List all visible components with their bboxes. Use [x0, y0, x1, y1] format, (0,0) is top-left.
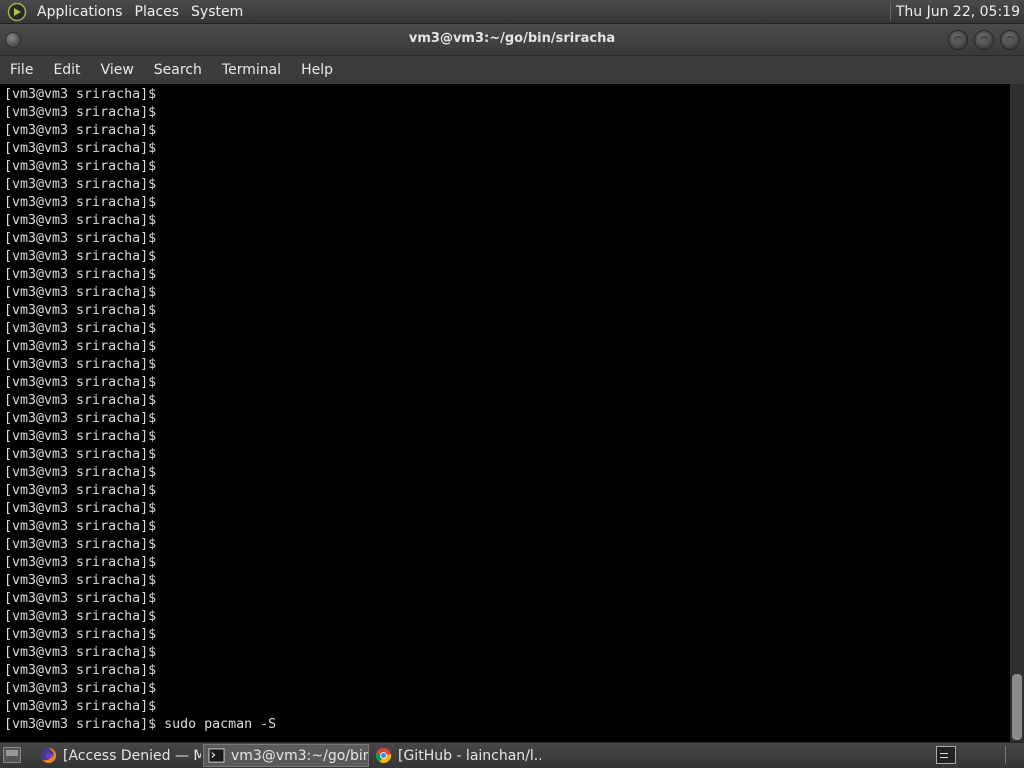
close-button[interactable] [1000, 30, 1020, 50]
menu-bar: File Edit View Search Terminal Help [0, 56, 1024, 84]
terminal-line: [vm3@vm3 sriracha]$ [4, 591, 157, 606]
firefox-icon [40, 747, 57, 764]
terminal-line: [vm3@vm3 sriracha]$ [4, 159, 157, 174]
applications-menu[interactable]: Applications [31, 4, 129, 20]
panel-separator [889, 2, 891, 21]
terminal-line: [vm3@vm3 sriracha]$ [4, 555, 157, 570]
terminal-line: [vm3@vm3 sriracha]$ [4, 465, 157, 480]
window-title: vm3@vm3:~/go/bin/sriracha [408, 31, 616, 46]
scrollbar-thumb[interactable] [1012, 674, 1022, 740]
terminal-line: [vm3@vm3 sriracha]$ [4, 321, 157, 336]
terminal-line: [vm3@vm3 sriracha]$ [4, 249, 157, 264]
terminal-line: [vm3@vm3 sriracha]$ [4, 357, 157, 372]
window-title-bar[interactable]: vm3@vm3:~/go/bin/sriracha [0, 24, 1024, 56]
taskbar: [Access Denied — M... vm3@vm3:~/go/bin..… [0, 742, 1024, 768]
chrome-icon [375, 747, 392, 764]
terminal-line: [vm3@vm3 sriracha]$ [4, 501, 157, 516]
terminal-line: [vm3@vm3 sriracha]$ [4, 699, 157, 714]
applications-menu-icon[interactable] [7, 2, 27, 22]
taskbar-task-chrome[interactable]: [GitHub - lainchan/l... [371, 744, 541, 767]
system-menu[interactable]: System [185, 4, 249, 20]
terminal-line: [vm3@vm3 sriracha]$ sudo pacman -S [4, 717, 277, 732]
terminal-line: [vm3@vm3 sriracha]$ [4, 303, 157, 318]
terminal-line: [vm3@vm3 sriracha]$ [4, 231, 157, 246]
terminal-line: [vm3@vm3 sriracha]$ [4, 195, 157, 210]
top-panel: Applications Places System Thu Jun 22, 0… [0, 0, 1024, 24]
taskbar-task-label: [Access Denied — M... [63, 747, 201, 764]
minimize-button[interactable] [948, 30, 968, 50]
tray-separator [1005, 746, 1006, 764]
terminal-line: [vm3@vm3 sriracha]$ [4, 213, 157, 228]
menu-edit[interactable]: Edit [43, 62, 90, 78]
terminal-scrollbar[interactable] [1010, 84, 1024, 742]
terminal-line: [vm3@vm3 sriracha]$ [4, 483, 157, 498]
terminal-line: [vm3@vm3 sriracha]$ [4, 429, 157, 444]
terminal-line: [vm3@vm3 sriracha]$ [4, 627, 157, 642]
terminal-line: [vm3@vm3 sriracha]$ [4, 105, 157, 120]
terminal-line: [vm3@vm3 sriracha]$ [4, 609, 157, 624]
menu-view[interactable]: View [91, 62, 144, 78]
terminal-line: [vm3@vm3 sriracha]$ [4, 141, 157, 156]
clock[interactable]: Thu Jun 22, 05:19 [896, 4, 1024, 20]
terminal-line: [vm3@vm3 sriracha]$ [4, 285, 157, 300]
terminal-line: [vm3@vm3 sriracha]$ [4, 663, 157, 678]
terminal-line: [vm3@vm3 sriracha]$ [4, 375, 157, 390]
terminal-line: [vm3@vm3 sriracha]$ [4, 267, 157, 282]
terminal-line: [vm3@vm3 sriracha]$ [4, 573, 157, 588]
terminal-line: [vm3@vm3 sriracha]$ [4, 537, 157, 552]
terminal-line: [vm3@vm3 sriracha]$ [4, 393, 157, 408]
terminal-line: [vm3@vm3 sriracha]$ [4, 177, 157, 192]
terminal-line: [vm3@vm3 sriracha]$ [4, 447, 157, 462]
menu-search[interactable]: Search [144, 62, 212, 78]
maximize-button[interactable] [974, 30, 994, 50]
terminal-output: [vm3@vm3 sriracha]$ [vm3@vm3 sriracha]$ [v… [4, 86, 276, 734]
terminal-line: [vm3@vm3 sriracha]$ [4, 645, 157, 660]
taskbar-task-firefox[interactable]: [Access Denied — M... [36, 744, 201, 767]
terminal-line: [vm3@vm3 sriracha]$ [4, 339, 157, 354]
taskbar-task-terminal[interactable]: vm3@vm3:~/go/bin... [203, 744, 369, 767]
terminal-line: [vm3@vm3 sriracha]$ [4, 123, 157, 138]
terminal-line: [vm3@vm3 sriracha]$ [4, 519, 157, 534]
terminal-launcher-icon[interactable] [936, 746, 956, 764]
taskbar-task-label: vm3@vm3:~/go/bin... [231, 747, 368, 764]
show-desktop-icon[interactable] [3, 747, 21, 763]
menu-terminal[interactable]: Terminal [212, 62, 291, 78]
taskbar-task-label: [GitHub - lainchan/l... [398, 747, 541, 764]
terminal-line: [vm3@vm3 sriracha]$ [4, 681, 157, 696]
places-menu[interactable]: Places [129, 4, 186, 20]
menu-file[interactable]: File [0, 62, 43, 78]
terminal-line: [vm3@vm3 sriracha]$ [4, 87, 157, 102]
terminal-icon [208, 748, 225, 763]
menu-help[interactable]: Help [291, 62, 343, 78]
terminal-line: [vm3@vm3 sriracha]$ [4, 411, 157, 426]
terminal-area[interactable]: [vm3@vm3 sriracha]$ [vm3@vm3 sriracha]$ [v… [0, 84, 1010, 742]
